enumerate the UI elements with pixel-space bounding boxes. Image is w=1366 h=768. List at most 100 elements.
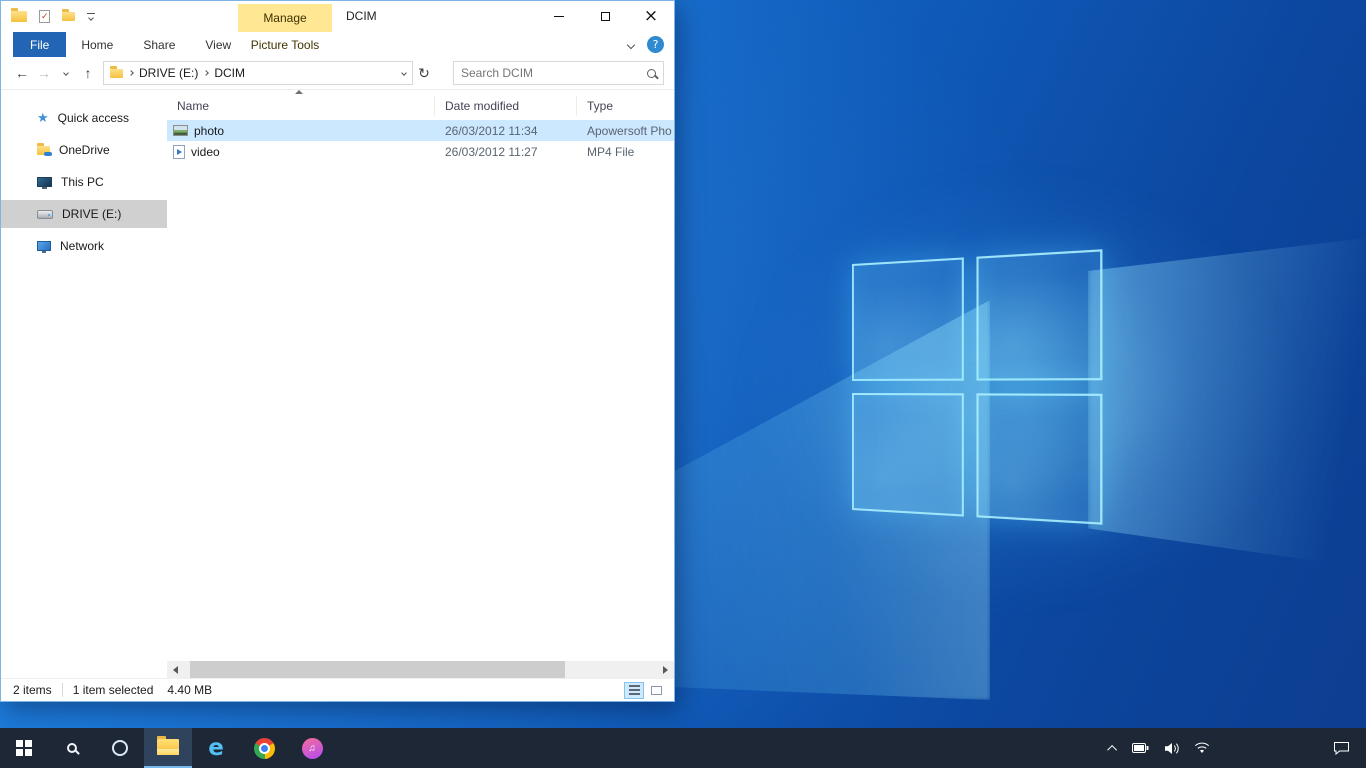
search-icon [67, 743, 77, 753]
selection-count: 1 item selected [73, 683, 154, 697]
scroll-right-icon [663, 666, 668, 674]
maximize-button[interactable] [582, 1, 628, 32]
sidebar-item-network[interactable]: Network [1, 232, 167, 260]
sidebar-item-onedrive[interactable]: OneDrive [1, 136, 167, 164]
sidebar-item-label: Quick access [58, 111, 129, 125]
breadcrumb-drive[interactable]: DRIVE (E:) [133, 66, 204, 80]
sort-ascending-icon [295, 90, 303, 94]
manage-contextual-group[interactable]: Manage [238, 4, 332, 32]
cortana-icon [112, 740, 128, 756]
sidebar-item-drive-e[interactable]: DRIVE (E:) [1, 200, 167, 228]
photo-file-icon [173, 125, 188, 136]
close-button[interactable] [628, 1, 674, 32]
details-view-button[interactable] [624, 682, 644, 699]
large-icons-view-icon [651, 686, 662, 695]
window-title: DCIM [346, 1, 377, 32]
file-list-pane: Name Date modified Type photo 26/03/2012… [167, 90, 674, 678]
sidebar-item-label: DRIVE (E:) [62, 207, 121, 221]
file-row-video[interactable]: video 26/03/2012 11:27 MP4 File [167, 141, 674, 162]
ribbon-tab-row: File Home Share View Picture Tools [1, 32, 674, 57]
sidebar-item-label: Network [60, 239, 104, 253]
onedrive-folder-icon [37, 146, 50, 155]
properties-icon[interactable] [39, 10, 50, 23]
title-bar: Manage DCIM [1, 1, 674, 32]
start-button[interactable] [0, 728, 48, 768]
volume-icon[interactable] [1164, 742, 1179, 755]
breadcrumb-dcim[interactable]: DCIM [208, 66, 251, 80]
search-input[interactable] [461, 66, 647, 80]
ribbon-right-controls [628, 32, 664, 57]
file-type-cell: Apowersoft Pho [577, 124, 674, 138]
scrollbar-thumb[interactable] [190, 661, 565, 678]
system-tray [1110, 728, 1366, 768]
search-box [453, 61, 664, 85]
sidebar-item-this-pc[interactable]: This PC [1, 168, 167, 196]
sidebar-item-label: This PC [61, 175, 104, 189]
back-button[interactable] [11, 61, 33, 85]
close-icon [644, 8, 658, 25]
item-count: 2 items [13, 683, 52, 697]
hidden-icons-chevron-icon[interactable] [1107, 744, 1117, 754]
file-date-cell: 26/03/2012 11:34 [435, 124, 577, 138]
explorer-main-area: Quick access OneDrive This PC DRIVE (E:)… [1, 90, 674, 678]
minimize-button[interactable] [536, 1, 582, 32]
expand-ribbon-icon[interactable] [627, 40, 635, 48]
refresh-button[interactable] [413, 61, 435, 85]
recent-locations-dropdown[interactable] [55, 61, 77, 85]
horizontal-scrollbar[interactable] [167, 661, 674, 678]
taskbar-search-button[interactable] [48, 728, 96, 768]
up-button[interactable] [77, 61, 99, 85]
star-icon [37, 111, 49, 125]
column-header-type[interactable]: Type [577, 96, 674, 116]
customize-qat-icon[interactable] [87, 13, 95, 20]
taskbar-itunes-button[interactable] [288, 728, 336, 768]
cortana-button[interactable] [96, 728, 144, 768]
scrollbar-track[interactable] [184, 661, 657, 678]
navigation-pane: Quick access OneDrive This PC DRIVE (E:)… [1, 90, 167, 678]
column-header-name[interactable]: Name [167, 96, 435, 116]
help-icon[interactable] [647, 36, 664, 53]
battery-icon[interactable] [1132, 743, 1149, 753]
taskbar-internet-explorer-button[interactable] [192, 728, 240, 768]
action-center-button[interactable] [1333, 741, 1350, 755]
file-name: photo [194, 124, 224, 138]
tab-file[interactable]: File [13, 32, 66, 57]
sidebar-item-quick-access[interactable]: Quick access [1, 104, 167, 132]
address-bar[interactable]: DRIVE (E:) DCIM [103, 61, 413, 85]
tab-picture-tools[interactable]: Picture Tools [238, 32, 332, 57]
window-controls [536, 1, 674, 32]
wallpaper-light-beam-right [1088, 238, 1366, 568]
file-type-cell: MP4 File [577, 145, 674, 159]
network-wifi-icon[interactable] [1194, 742, 1210, 754]
file-row-photo[interactable]: photo 26/03/2012 11:34 Apowersoft Pho [167, 120, 674, 141]
column-header-date-modified[interactable]: Date modified [435, 96, 577, 116]
file-name: video [191, 145, 220, 159]
windows-logo-pane [976, 393, 1102, 524]
forward-button[interactable] [33, 61, 55, 85]
file-explorer-icon [157, 739, 179, 755]
windows-logo-pane [852, 257, 964, 381]
file-explorer-window: Manage DCIM File Home Share View Picture… [0, 0, 675, 702]
large-icons-view-button[interactable] [646, 682, 666, 699]
scroll-left-icon [173, 666, 178, 674]
address-dropdown-icon[interactable] [401, 70, 407, 76]
itunes-icon [302, 738, 323, 759]
taskbar-chrome-button[interactable] [240, 728, 288, 768]
taskbar-file-explorer-button[interactable] [144, 728, 192, 768]
internet-explorer-icon [208, 737, 224, 760]
tab-share[interactable]: Share [128, 32, 190, 57]
windows-logo-pane [852, 393, 964, 517]
video-file-icon [173, 145, 185, 159]
tab-home[interactable]: Home [66, 32, 128, 57]
chrome-icon [254, 738, 275, 759]
scroll-right-button[interactable] [657, 661, 674, 678]
status-separator [62, 683, 63, 697]
minimize-icon [554, 16, 564, 17]
new-folder-icon[interactable] [62, 12, 75, 21]
status-bar: 2 items 1 item selected 4.40 MB [1, 678, 674, 701]
file-date-cell: 26/03/2012 11:27 [435, 145, 577, 159]
scroll-left-button[interactable] [167, 661, 184, 678]
search-icon[interactable] [647, 69, 656, 78]
file-list-empty-area[interactable] [167, 162, 674, 661]
location-folder-icon [110, 69, 123, 78]
